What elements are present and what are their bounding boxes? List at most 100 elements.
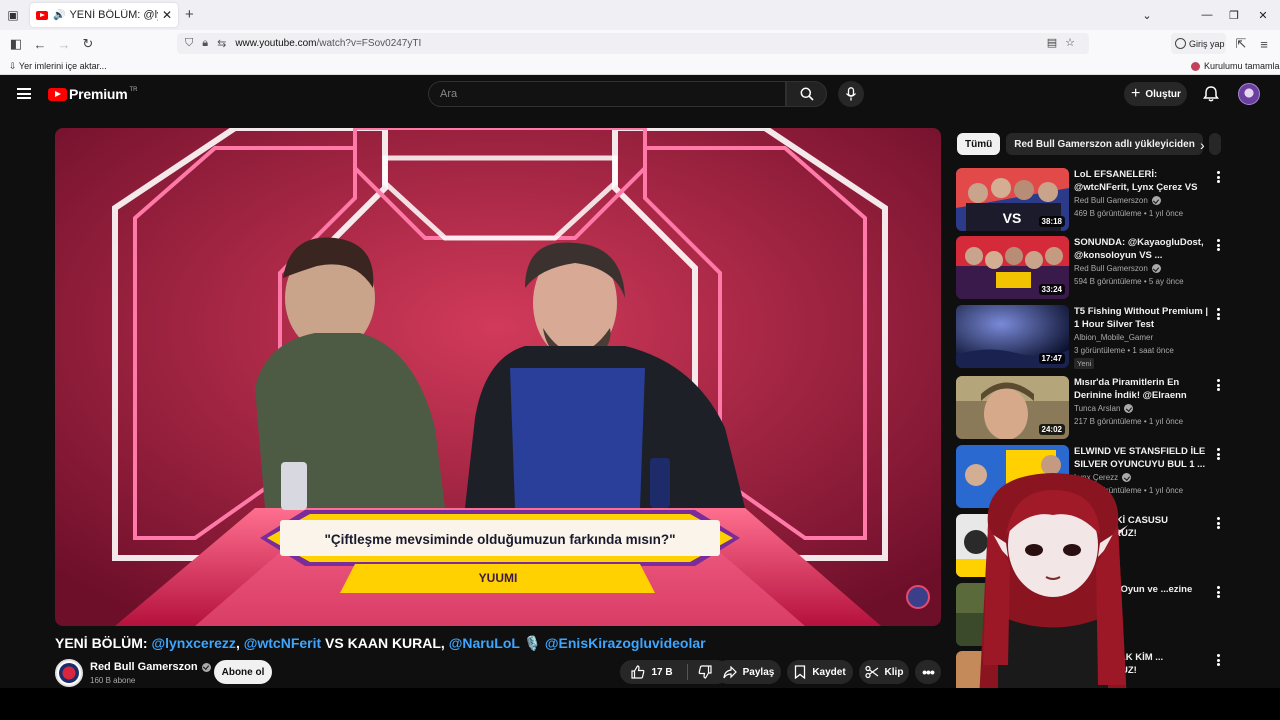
voice-search-button[interactable] — [838, 81, 864, 107]
like-button[interactable]: 17 B — [631, 665, 673, 679]
tab-list-icon[interactable]: ▣ — [0, 0, 26, 30]
speaker-icon[interactable]: 🔊 — [53, 10, 65, 21]
recommendation-item[interactable]: 17:47 T5 Fishing Without Premium | 1 Hou… — [956, 305, 1226, 369]
permissions-icon[interactable]: ⇆ — [217, 37, 226, 50]
clip-button[interactable]: Klip — [859, 660, 909, 684]
reader-bookmark-icons[interactable]: ▤☆ — [1047, 36, 1083, 49]
chip-more[interactable] — [1208, 133, 1221, 155]
recommendation-title[interactable]: T5 Fishing Without Premium | 1 Hour Silv… — [1074, 305, 1210, 331]
shield-icon[interactable]: ⛉ — [185, 37, 193, 50]
create-button[interactable]: + Oluştur — [1124, 82, 1187, 106]
search-box[interactable] — [428, 81, 786, 107]
recommendation-channel[interactable]: Red Bull Gamerszon — [1074, 264, 1161, 273]
youtube-play-icon — [48, 87, 67, 101]
recommendation-item[interactable]: 24:02 Mısır'da Piramitlerin En Derinine … — [956, 376, 1226, 439]
recommendation-title[interactable]: ... SORARAK KİM ... BULUYORUZ! — [1074, 651, 1210, 677]
recommendation-title[interactable]: LoL EFSANELERİ: @wtcNFerit, Lynx Çerez V… — [1074, 168, 1210, 194]
channel-avatar[interactable] — [55, 659, 83, 687]
recommendation-item[interactable]: En Büyük Oyun ve ...ezine Gittim! 🇯🇵 1 y… — [956, 583, 1226, 646]
browser-tab[interactable]: 🔊 YENİ BÖLÜM: @lynxcerezz, ✕ — [30, 3, 178, 27]
tab-dropdown-icon[interactable]: ⌄ — [1130, 0, 1164, 30]
close-tab-icon[interactable]: ✕ — [162, 8, 172, 22]
mention-link[interactable]: @NaruLoL — [449, 635, 520, 651]
video-title: YENİ BÖLÜM: @lynxcerezz, @wtcNFerit VS K… — [55, 635, 706, 651]
recommendation-item[interactable]: VS 38:18 LoL EFSANELERİ: @wtcNFerit, Lyn… — [956, 168, 1226, 231]
thumbs-down-icon[interactable] — [698, 665, 712, 679]
menu-icon[interactable]: ≡ — [1254, 34, 1274, 54]
logo-region: TR — [129, 86, 138, 93]
chip-from-uploader[interactable]: Red Bull Gamerszon adlı yükleyiciden — [1006, 133, 1203, 155]
close-window-icon[interactable]: ✕ — [1246, 0, 1280, 30]
video-thumbnail[interactable] — [956, 651, 1069, 688]
recommendation-channel[interactable]: Tunca Arslan — [1074, 404, 1134, 413]
video-thumbnail[interactable]: 17:47 — [956, 305, 1069, 368]
share-button[interactable]: Paylaş — [716, 660, 781, 684]
search-input[interactable] — [440, 88, 770, 100]
recommendation-channel[interactable]: Lynx Çerezz — [1074, 473, 1132, 482]
video-thumbnail[interactable] — [956, 445, 1069, 508]
setup-complete-link[interactable]: Kurulumu tamamla — [1191, 61, 1280, 71]
more-vert-icon[interactable] — [1213, 170, 1223, 184]
video-thumbnail[interactable]: 24:02 — [956, 376, 1069, 439]
more-vert-icon[interactable] — [1213, 653, 1223, 667]
recommendation-item[interactable]: İÇİMİZDEKİ CASUSU BULUYORUZ! Player 2 yı… — [956, 514, 1226, 577]
youtube-logo[interactable]: Premium TR — [48, 86, 138, 102]
mention-link[interactable]: @lynxcerezz — [151, 635, 235, 651]
recommendation-channel[interactable]: Red Bull Gamerszon — [1074, 196, 1161, 205]
youtube-favicon-icon — [36, 10, 48, 20]
mention-link[interactable]: @wtcNFerit — [244, 635, 321, 651]
more-vert-icon[interactable] — [1213, 238, 1223, 252]
recommendation-meta: 469 B görüntüleme • 1 yıl önce — [1074, 209, 1184, 218]
recommendation-item[interactable]: ... SORARAK KİM ... BULUYORUZ! — [956, 651, 1226, 688]
bookmarks-bar: ⇩ Yer imlerini içe aktar... Kurulumu tam… — [0, 57, 1280, 75]
video-thumbnail[interactable]: 33:24 — [956, 236, 1069, 299]
more-vert-icon[interactable] — [1213, 516, 1223, 530]
more-vert-icon[interactable] — [1213, 307, 1223, 321]
new-tab-icon[interactable]: + — [185, 6, 194, 23]
duration-badge: 33:24 — [1038, 284, 1065, 295]
guide-menu-icon[interactable] — [17, 88, 31, 99]
more-actions-icon[interactable]: ••• — [915, 660, 941, 684]
verified-icon — [1151, 264, 1161, 273]
more-vert-icon[interactable] — [1213, 447, 1223, 461]
search-icon — [800, 87, 814, 101]
recommendation-title[interactable]: En Büyük Oyun ve ...ezine Gittim! 🇯🇵 — [1074, 583, 1210, 609]
recommendation-item[interactable]: ELWIND VE STANSFIELD İLE SILVER OYUNCUYU… — [956, 445, 1226, 508]
video-player[interactable]: "Çiftleşme mevsiminde olduğumuzun farkın… — [55, 128, 941, 626]
video-thumbnail[interactable] — [956, 514, 1069, 577]
create-label: Oluştur — [1145, 88, 1181, 100]
chip-all[interactable]: Tümü — [957, 133, 1001, 155]
lock-icon[interactable]: 🔒︎ — [202, 37, 208, 50]
notifications-bell-icon[interactable] — [1201, 84, 1221, 104]
search-button[interactable] — [786, 81, 827, 107]
subscribe-button[interactable]: Abone ol — [214, 660, 272, 684]
recommendation-title[interactable]: Mısır'da Piramitlerin En Derinine İndik!… — [1074, 376, 1210, 402]
more-vert-icon[interactable] — [1213, 378, 1223, 392]
recommendation-title[interactable]: İÇİMİZDEKİ CASUSU BULUYORUZ! — [1074, 514, 1210, 540]
back-icon[interactable]: ← — [30, 34, 50, 54]
sidebar-toggle-icon[interactable]: ◧ — [6, 34, 26, 54]
signin-button[interactable]: Giriş yap — [1171, 33, 1226, 54]
recommendation-title[interactable]: ELWIND VE STANSFIELD İLE SILVER OYUNCUYU… — [1074, 445, 1210, 471]
user-avatar[interactable] — [1238, 83, 1260, 105]
reload-icon[interactable]: ↻ — [78, 34, 98, 54]
chevron-right-icon[interactable]: › — [1200, 137, 1205, 153]
recommendation-channel[interactable]: Player — [1074, 542, 1110, 551]
more-vert-icon[interactable] — [1213, 585, 1223, 599]
recommendation-channel[interactable]: Albion_Mobile_Gamer — [1074, 333, 1153, 342]
verified-icon — [1100, 542, 1110, 551]
extensions-icon[interactable]: ⇱ — [1231, 34, 1251, 54]
recommendation-title[interactable]: SONUNDA: @KayaogluDost, @konsoloyun VS .… — [1074, 236, 1210, 262]
video-thumbnail[interactable] — [956, 583, 1069, 646]
mention-link[interactable]: @EnisKirazogluvideolar — [545, 635, 706, 651]
import-bookmarks-link[interactable]: ⇩ Yer imlerini içe aktar... — [9, 61, 107, 72]
share-icon — [723, 665, 737, 678]
recommendation-meta: 594 B görüntüleme • 5 ay önce — [1074, 277, 1184, 286]
channel-name[interactable]: Red Bull Gamerszon — [90, 661, 211, 673]
recommendation-item[interactable]: 33:24 SONUNDA: @KayaogluDost, @konsoloyu… — [956, 236, 1226, 299]
forward-icon[interactable]: → — [54, 34, 74, 54]
address-bar[interactable]: ⛉ 🔒︎ ⇆ www.youtube.com/watch?v=FSov0247y… — [177, 33, 1089, 54]
video-thumbnail[interactable]: VS 38:18 — [956, 168, 1069, 231]
save-button[interactable]: Kaydet — [787, 660, 853, 684]
url-text[interactable]: www.youtube.com/watch?v=FSov0247yTI — [235, 38, 421, 49]
